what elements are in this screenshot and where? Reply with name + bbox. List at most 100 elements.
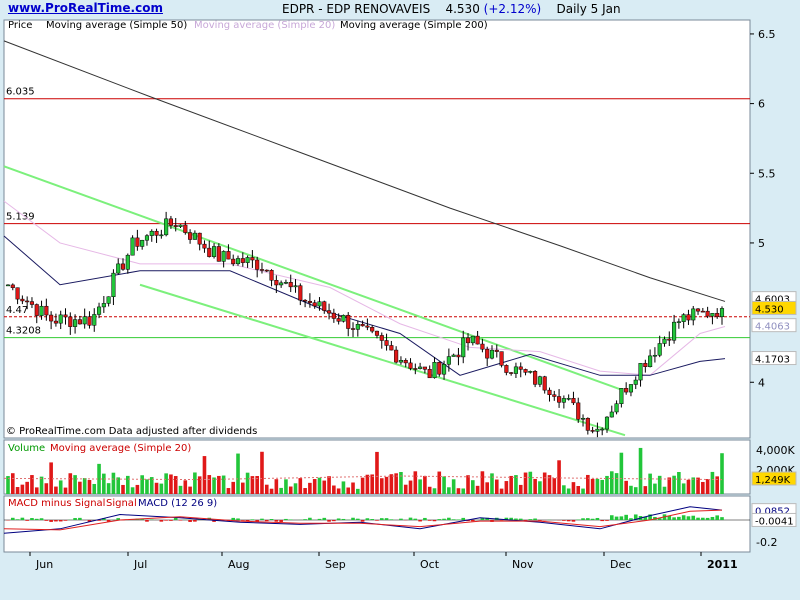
legend-ma50: Moving average (Simple 50): [46, 20, 187, 31]
macd-bar: [533, 518, 537, 520]
macd-bar: [379, 518, 384, 520]
macd-bar: [456, 519, 461, 520]
candle-body: [120, 263, 126, 270]
candle-body: [274, 280, 279, 286]
legend-volume: Volume: [8, 443, 45, 454]
candle-body: [365, 325, 370, 328]
x-label-2011: 2011: [707, 558, 738, 571]
macd-bar: [696, 517, 700, 520]
candle-body: [34, 304, 39, 316]
legend-volume-ma: Moving average (Simple 20): [50, 443, 191, 454]
candle-body: [408, 362, 413, 369]
macd-bar: [264, 520, 269, 522]
x-label-Sep: Sep: [325, 558, 346, 571]
candle-body: [456, 354, 461, 358]
candle-body: [475, 335, 480, 345]
candle-body: [590, 430, 595, 432]
candle-body: [465, 337, 471, 344]
volume-bar: [614, 473, 619, 494]
candle-body: [691, 308, 696, 321]
volume-bar: [135, 484, 140, 494]
volume-bar: [600, 479, 605, 494]
macd-bar: [384, 518, 389, 520]
volume-bar: [677, 472, 681, 494]
candle-body: [413, 368, 418, 370]
volume-bar: [111, 472, 116, 494]
macd-bar: [705, 517, 710, 520]
macd-bar: [173, 517, 178, 520]
candle-body: [307, 300, 312, 303]
candle-body: [609, 411, 614, 418]
volume-bar: [557, 460, 561, 494]
volume-bar: [643, 486, 648, 494]
candle-body: [255, 259, 260, 270]
volume-bar: [25, 481, 29, 494]
volume-bar: [20, 484, 25, 494]
candle-body: [461, 337, 466, 358]
candle-body: [192, 232, 197, 240]
volume-bar: [15, 487, 20, 494]
volume-bar: [590, 478, 595, 494]
volume-bar: [269, 488, 274, 494]
candle-body: [111, 272, 116, 297]
volume-bar: [332, 485, 336, 494]
candle-body: [178, 224, 183, 227]
candle-body: [374, 330, 380, 336]
x-label-Jun: Jun: [35, 558, 53, 571]
candle-body: [667, 338, 672, 341]
volume-bar: [494, 479, 499, 494]
candle-body: [604, 416, 610, 430]
candle-body: [576, 402, 581, 420]
macd-bar: [15, 519, 20, 520]
candle-body: [106, 296, 111, 304]
candle-body: [580, 417, 586, 420]
volume-bar: [384, 476, 389, 494]
volume-bar: [360, 477, 365, 494]
candle-body: [250, 257, 255, 261]
legend-ma20: Moving average (Simple 20): [194, 20, 335, 31]
macd-bar: [701, 517, 705, 520]
macd-bar: [34, 518, 39, 520]
macd-bar: [677, 516, 681, 520]
legend-ma200: Moving average (Simple 200): [340, 20, 488, 31]
macd-bar: [609, 515, 614, 520]
volume-bar: [566, 488, 571, 494]
candle-body: [537, 376, 542, 385]
candle-body: [499, 351, 504, 366]
candle-body: [695, 308, 701, 312]
candle-body: [149, 230, 154, 236]
volume-bar: [480, 471, 485, 494]
candle-body: [418, 366, 423, 369]
volume-bar: [538, 481, 542, 494]
macd-bar: [159, 520, 164, 522]
volume-bar: [389, 474, 394, 494]
candle-body: [327, 310, 332, 314]
volume-bar: [356, 488, 360, 494]
volume-bar: [279, 487, 283, 494]
volume-bar: [10, 473, 15, 494]
macd-bar: [58, 520, 63, 522]
candle-body: [633, 379, 638, 385]
volume-bar: [471, 480, 475, 494]
volume-bar: [264, 484, 269, 494]
volume-bar: [490, 473, 494, 494]
volume-bar: [30, 475, 34, 494]
candle-body: [451, 354, 456, 357]
volume-bar: [197, 476, 202, 494]
volume-bar: [336, 488, 341, 494]
macd-bar: [250, 519, 255, 520]
volume-bar: [82, 478, 87, 494]
candle-body: [346, 314, 351, 329]
volume-bar: [34, 487, 39, 494]
macd-bar: [25, 520, 29, 521]
volume-bar: [169, 474, 173, 494]
macd-bar: [236, 518, 240, 520]
candle-body: [269, 270, 274, 281]
volume-bar: [408, 480, 413, 494]
candle-body: [231, 258, 236, 265]
macd-bar: [308, 517, 312, 520]
volume-bar: [648, 473, 652, 494]
macd-bar: [370, 519, 374, 520]
candle-body: [240, 258, 245, 263]
legend-price: Price: [8, 20, 32, 31]
